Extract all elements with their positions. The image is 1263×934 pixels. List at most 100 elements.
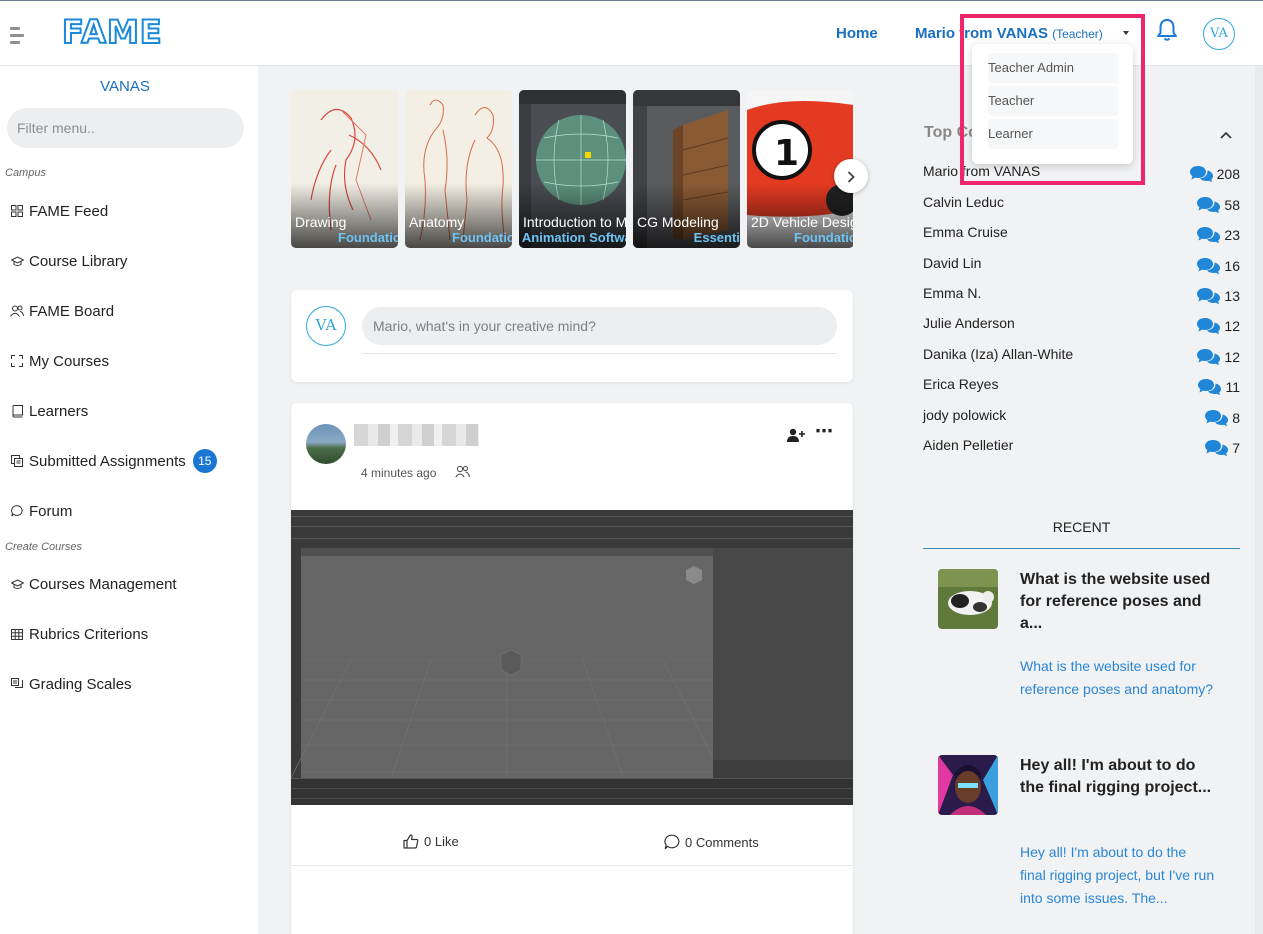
post-author-name-blurred	[354, 424, 479, 446]
course-subtitle: Foundations	[338, 230, 398, 245]
sidebar-item-my-courses[interactable]: My Courses	[10, 350, 109, 372]
recent-item-thumbnail	[938, 569, 998, 629]
recent-item-thumbnail	[938, 755, 998, 815]
thumbs-up-icon	[403, 834, 419, 849]
sidebar-item-forum[interactable]: Forum	[10, 500, 72, 522]
hamburger-menu-icon[interactable]	[10, 25, 24, 45]
sidebar-item-fame-board[interactable]: FAME Board	[10, 300, 114, 322]
sidebar-item-courses-management[interactable]: Courses Management	[10, 573, 177, 595]
contributor-name[interactable]: Emma Cruise	[923, 224, 1008, 240]
recent-item[interactable]: What is the website used for reference p…	[923, 569, 1240, 729]
contributor-name[interactable]: Danika (Iza) Allan-White	[923, 346, 1073, 362]
role-option-learner[interactable]: Learner	[988, 119, 1118, 149]
contributor-name[interactable]: Erica Reyes	[923, 376, 998, 392]
composer-avatar: VA	[306, 306, 346, 346]
role-option-teacher[interactable]: Teacher	[988, 86, 1118, 116]
contributor-name[interactable]: Calvin Leduc	[923, 194, 1004, 210]
course-subtitle: Foundations	[452, 230, 512, 245]
sidebar-item-grading-scales[interactable]: Grading Scales	[10, 673, 132, 695]
course-carousel: Drawing Foundations Anatomy Foundations …	[291, 90, 853, 248]
sidebar-item-label: Rubrics Criterions	[29, 625, 149, 643]
top-contributor-row[interactable]: Julie Anderson 12	[923, 315, 1240, 335]
top-contributor-row[interactable]: Calvin Leduc 58	[923, 194, 1240, 214]
chevron-right-icon	[847, 171, 855, 183]
sidebar-item-submitted-assignments[interactable]: Submitted Assignments 15	[10, 449, 217, 473]
post-author-avatar[interactable]	[306, 424, 346, 464]
filter-menu-input[interactable]	[7, 108, 244, 148]
course-card-anatomy[interactable]: Anatomy Foundations	[405, 90, 512, 248]
carousel-next-button[interactable]	[834, 159, 868, 193]
caret-down-icon[interactable]	[1123, 31, 1129, 35]
top-contributor-row[interactable]: Emma Cruise 23	[923, 224, 1240, 244]
graduation-cap-icon	[10, 254, 24, 268]
sidebar-item-course-library[interactable]: Course Library	[10, 250, 127, 272]
contributor-post-count: 23	[1196, 226, 1240, 244]
contributor-post-count: 58	[1196, 196, 1240, 214]
sidebar-item-label: Grading Scales	[29, 675, 132, 693]
course-card-drawing[interactable]: Drawing Foundations	[291, 90, 398, 248]
top-contributor-row[interactable]: Emma N. 13	[923, 285, 1240, 305]
chevron-up-icon[interactable]	[1220, 131, 1232, 139]
like-button[interactable]: 0 Like	[403, 834, 459, 849]
contributor-name[interactable]: Julie Anderson	[923, 315, 1015, 331]
comment-bubble-icon	[664, 834, 680, 850]
recent-heading: RECENT	[1052, 519, 1111, 535]
course-title: CG Modeling	[637, 214, 719, 230]
sidebar-item-fame-feed[interactable]: FAME Feed	[10, 200, 108, 222]
top-contributor-row[interactable]: Danika (Iza) Allan-White 12	[923, 346, 1240, 366]
comments-button[interactable]: 0 Comments	[664, 834, 759, 850]
recent-item-excerpt[interactable]: Hey all! I'm about to do the final riggi…	[1020, 841, 1215, 910]
course-card-introduction-to-maya[interactable]: Introduction to MAYA Animation Software	[519, 90, 626, 248]
contributor-name[interactable]: David Lin	[923, 255, 981, 271]
top-contributor-row[interactable]: David Lin 16	[923, 255, 1240, 275]
graduation-cap-icon	[10, 577, 24, 591]
page-scrollbar[interactable]	[1255, 66, 1263, 934]
course-card-cg-modeling[interactable]: CG Modeling Essentials	[633, 90, 740, 248]
role-option-teacher-admin[interactable]: Teacher Admin	[988, 53, 1118, 83]
contributor-post-count: 13	[1196, 287, 1240, 305]
add-friend-icon[interactable]	[787, 428, 805, 442]
contributor-name[interactable]: jody polowick	[923, 407, 1006, 423]
sidebar-item-label: Courses Management	[29, 575, 177, 593]
post-composer-input[interactable]	[362, 307, 837, 345]
assignments-count-badge: 15	[192, 449, 217, 473]
top-contributor-row[interactable]: jody polowick 8	[923, 407, 1240, 427]
users-icon	[10, 304, 24, 318]
contributor-post-count: 11	[1197, 378, 1240, 396]
recent-item-title[interactable]: What is the website used for reference p…	[1020, 569, 1220, 635]
recent-item-title[interactable]: Hey all! I'm about to do the final riggi…	[1020, 755, 1220, 799]
recent-item[interactable]: Hey all! I'm about to do the final riggi…	[923, 755, 1240, 915]
like-count-label: 0 Like	[424, 834, 459, 849]
chat-bubble-icon	[10, 504, 24, 518]
sidebar-item-rubrics-criterions[interactable]: Rubrics Criterions	[10, 623, 148, 645]
sidebar-item-label: FAME Board	[29, 302, 115, 320]
post-image-maya-screenshot[interactable]	[291, 510, 853, 805]
document-stack-icon	[10, 454, 24, 468]
contributor-name[interactable]: Aiden Pelletier	[923, 437, 1013, 453]
role-switch-dropdown: Teacher Admin Teacher Learner	[972, 44, 1133, 164]
post-composer: VA	[291, 290, 853, 382]
top-contributor-row[interactable]: Aiden Pelletier 7	[923, 437, 1240, 457]
user-role-menu[interactable]: Mario from VANAS (Teacher)	[915, 25, 1103, 42]
profile-avatar[interactable]: VA	[1203, 18, 1235, 50]
fame-logo[interactable]: FAME	[61, 12, 163, 52]
top-contributor-row[interactable]: Erica Reyes 11	[923, 376, 1240, 396]
recent-item-excerpt[interactable]: What is the website used for reference p…	[1020, 655, 1215, 701]
svg-text:1: 1	[774, 133, 799, 174]
contributor-name[interactable]: Emma N.	[923, 285, 981, 301]
nav-home-link[interactable]: Home	[836, 25, 878, 42]
course-subtitle: Essentials	[693, 230, 740, 245]
contributor-count-value: 23	[1224, 227, 1240, 243]
contributor-name[interactable]: Mario from VANAS	[923, 163, 1040, 179]
sidebar-item-label: Forum	[29, 502, 73, 520]
sidebar-item-learners[interactable]: Learners	[10, 400, 88, 422]
comments-icon	[1189, 166, 1213, 183]
more-options-icon[interactable]: ⋯	[815, 421, 834, 442]
bell-icon[interactable]	[1156, 18, 1178, 42]
contributor-count-value: 7	[1232, 440, 1240, 456]
course-subtitle: Foundations	[794, 230, 853, 245]
sidebar-item-label: Course Library	[29, 252, 128, 270]
maya-viewport-image	[291, 510, 853, 805]
user-name: Mario from VANAS	[915, 25, 1049, 42]
top-contributor-row[interactable]: Mario from VANAS 208	[923, 163, 1240, 183]
